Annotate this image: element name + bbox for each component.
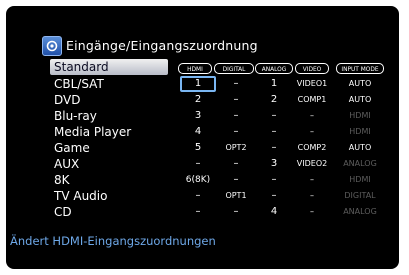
column-header-analog: ANALOG [255, 63, 293, 74]
cell-hdmi[interactable]: 3 [180, 108, 216, 124]
standard-row-label[interactable]: Standard [50, 59, 168, 75]
row-label[interactable]: Media Player [50, 124, 170, 140]
osd-screen: Eingänge/Eingangszuordnung Standard HDMI… [6, 6, 399, 269]
row-label[interactable]: CD [50, 204, 170, 220]
row-label[interactable]: Game [50, 140, 170, 156]
cell-input-mode[interactable]: DIGITAL [336, 188, 384, 204]
cell-hdmi[interactable]: 4 [180, 124, 216, 140]
cell-input-mode[interactable]: HDMI [336, 124, 384, 140]
cell-video[interactable]: VIDEO2 [291, 156, 333, 172]
column-header-video: VIDEO [295, 63, 329, 74]
row-label[interactable]: 8K [50, 172, 170, 188]
table-row: Blu-ray 3 – – – HDMI [6, 108, 399, 124]
cell-hdmi[interactable]: 5 [180, 140, 216, 156]
cell-video[interactable]: COMP1 [291, 92, 333, 108]
cell-digital[interactable]: – [216, 172, 256, 188]
cell-digital[interactable]: – [216, 92, 256, 108]
cell-digital[interactable]: – [216, 204, 256, 220]
table-row: AUX – – 3 VIDEO2 ANALOG [6, 156, 399, 172]
column-header-input-mode: INPUT MODE [336, 63, 384, 74]
cell-video[interactable]: COMP2 [291, 140, 333, 156]
table-row: TV Audio – OPT1 – – DIGITAL [6, 188, 399, 204]
table-row: Game 5 OPT2 – COMP2 AUTO [6, 140, 399, 156]
cell-analog[interactable]: – [255, 188, 293, 204]
cell-digital[interactable]: – [216, 108, 256, 124]
cell-input-mode[interactable]: AUTO [336, 92, 384, 108]
cell-analog[interactable]: – [255, 108, 293, 124]
cell-hdmi[interactable]: – [180, 188, 216, 204]
cell-video[interactable]: VIDEO1 [291, 76, 333, 92]
cell-digital[interactable]: – [216, 124, 256, 140]
cell-input-mode[interactable]: HDMI [336, 172, 384, 188]
cell-hdmi[interactable]: 2 [180, 92, 216, 108]
cell-analog[interactable]: 1 [255, 76, 293, 92]
row-label[interactable]: TV Audio [50, 188, 170, 204]
menu-header: Eingänge/Eingangszuordnung [42, 34, 258, 56]
cell-video[interactable]: – [291, 204, 333, 220]
column-header-hdmi: HDMI [178, 63, 212, 74]
cell-analog[interactable]: – [255, 140, 293, 156]
cell-input-mode[interactable]: ANALOG [336, 156, 384, 172]
cell-digital[interactable]: OPT2 [216, 140, 256, 156]
table-row: 8K 6(8K) – – – HDMI [6, 172, 399, 188]
cell-analog[interactable]: 4 [255, 204, 293, 220]
cell-input-mode[interactable]: HDMI [336, 108, 384, 124]
page-title: Eingänge/Eingangszuordnung [66, 37, 258, 53]
column-header-digital: DIGITAL [214, 63, 254, 74]
cell-analog[interactable]: 2 [255, 92, 293, 108]
table-row: CBL/SAT 1 – 1 VIDEO1 AUTO [6, 76, 399, 92]
row-label[interactable]: AUX [50, 156, 170, 172]
cell-analog[interactable]: – [255, 124, 293, 140]
row-label[interactable]: DVD [50, 92, 170, 108]
cell-input-mode[interactable]: AUTO [336, 76, 384, 92]
table-row: CD – – 4 – ANALOG [6, 204, 399, 220]
table-row: Media Player 4 – – – HDMI [6, 124, 399, 140]
footer-hint: Ändert HDMI-Eingangszuordnungen [10, 234, 216, 248]
row-label[interactable]: Blu-ray [50, 108, 170, 124]
cell-hdmi[interactable]: 1 [180, 76, 216, 92]
input-assign-icon [42, 36, 62, 56]
cell-video[interactable]: – [291, 108, 333, 124]
cell-analog[interactable]: 3 [255, 156, 293, 172]
table-row: DVD 2 – 2 COMP1 AUTO [6, 92, 399, 108]
cell-digital[interactable]: OPT1 [216, 188, 256, 204]
cell-analog[interactable]: – [255, 172, 293, 188]
cell-video[interactable]: – [291, 188, 333, 204]
cell-hdmi[interactable]: – [180, 204, 216, 220]
cell-video[interactable]: – [291, 172, 333, 188]
cell-hdmi[interactable]: 6(8K) [180, 172, 216, 188]
cell-digital[interactable]: – [216, 156, 256, 172]
cell-hdmi[interactable]: – [180, 156, 216, 172]
cell-input-mode[interactable]: ANALOG [336, 204, 384, 220]
cell-digital[interactable]: – [216, 76, 256, 92]
cell-video[interactable]: – [291, 124, 333, 140]
row-label[interactable]: CBL/SAT [50, 76, 170, 92]
table-header-row[interactable]: Standard HDMI DIGITAL ANALOG VIDEO INPUT… [6, 59, 399, 75]
cell-input-mode[interactable]: AUTO [336, 140, 384, 156]
